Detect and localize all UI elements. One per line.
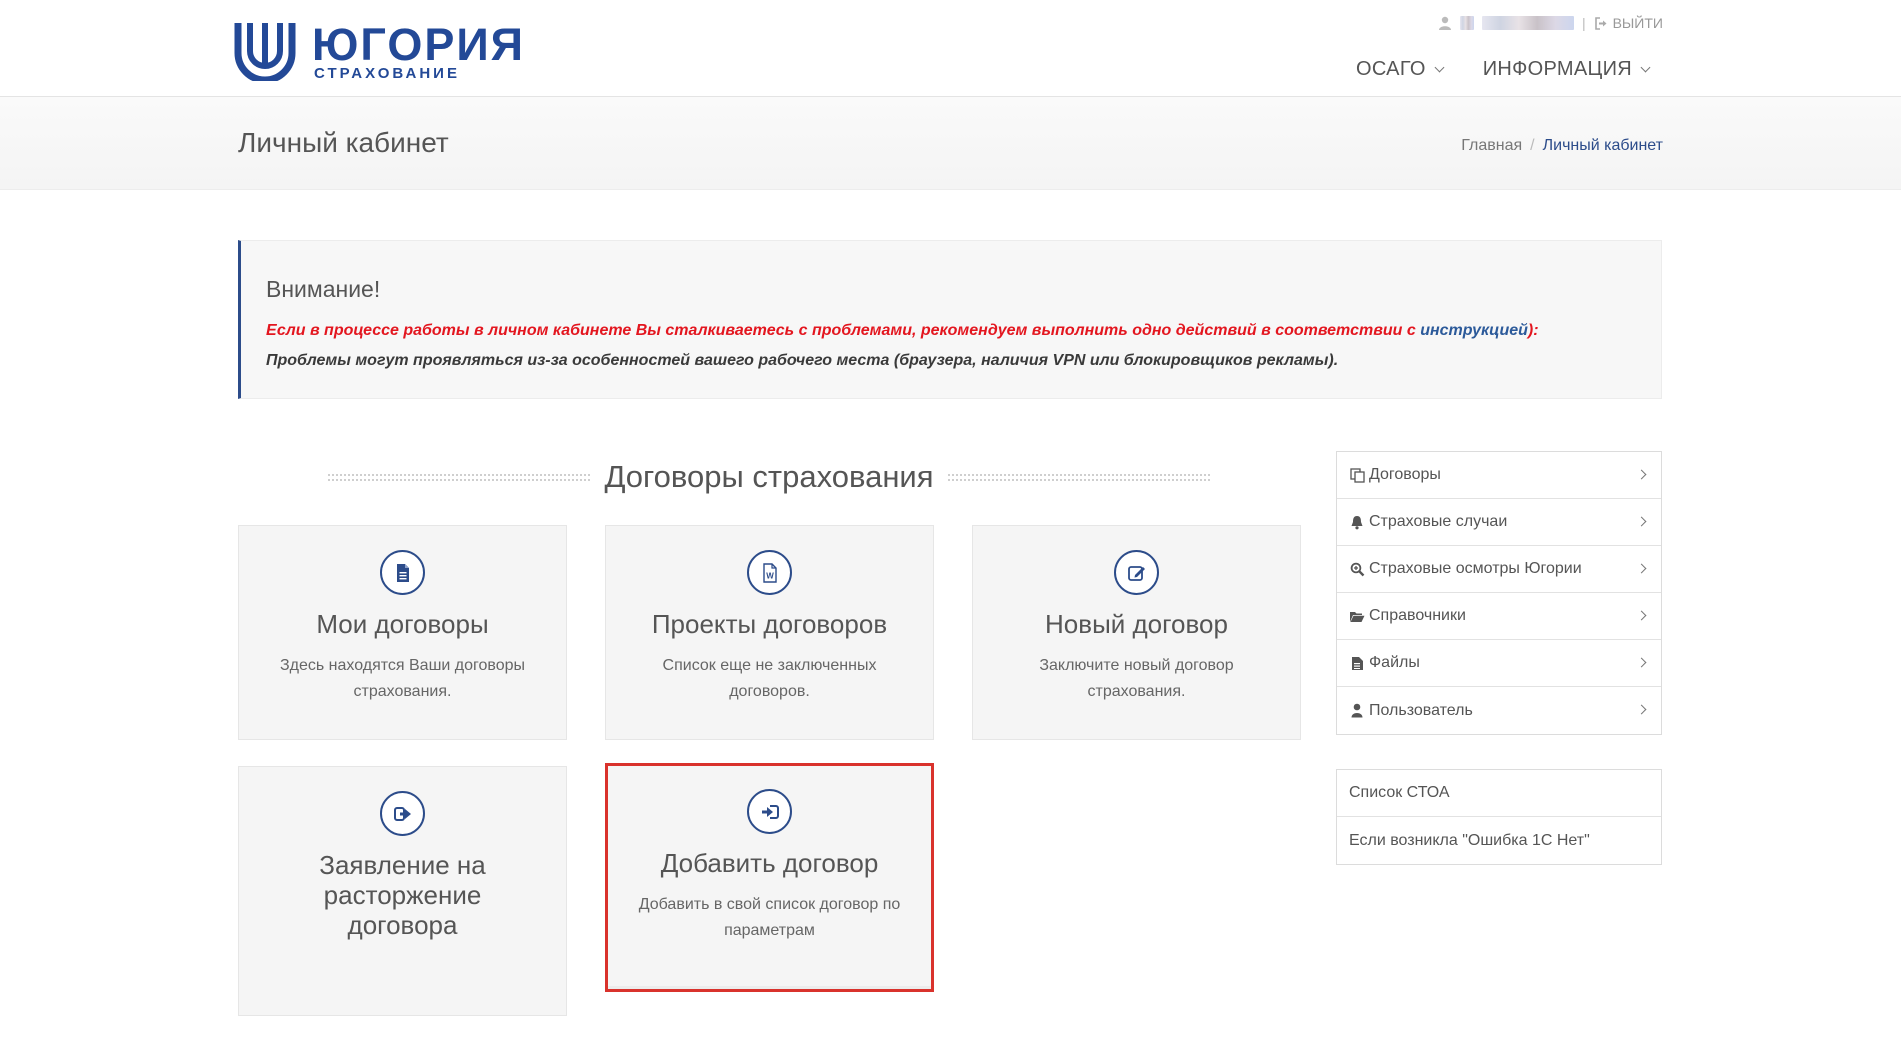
sign-in-icon [747, 789, 792, 834]
sidebar-item-user[interactable]: Пользователь [1337, 687, 1661, 734]
sidebar-item-label: Пользователь [1369, 701, 1473, 719]
card-description: Здесь находятся Ваши договоры страховани… [279, 657, 526, 700]
user-bar: | ВЫЙТИ [1438, 14, 1663, 32]
page-title: Личный кабинет [238, 127, 449, 158]
alert-note-text: Проблемы могут проявляться из-за особенн… [266, 352, 1339, 369]
chevron-down-icon [1434, 62, 1445, 72]
main-nav: ОСАГО ИНФОРМАЦИЯ [1356, 58, 1651, 81]
brand-logo[interactable]: ЮГОРИЯ СТРАХОВАНИЕ [232, 19, 542, 82]
user-icon [1438, 16, 1452, 30]
zoom-icon [1349, 561, 1365, 577]
chevron-right-icon [1636, 469, 1647, 480]
sidebar-link-1c-error[interactable]: Если возникла "Ошибка 1С Нет" [1337, 817, 1661, 864]
file-icon [1349, 655, 1365, 671]
logo-wordmark: ЮГОРИЯ [312, 19, 526, 70]
alert-warning-end: ): [1527, 322, 1539, 339]
bell-icon [1349, 514, 1365, 530]
breadcrumb-current: Личный кабинет [1542, 137, 1663, 154]
sidebar-item-inspections[interactable]: Страховые осмотры Югории [1337, 546, 1661, 593]
sidebar-links: Список СТОА Если возникла "Ошибка 1С Нет… [1336, 769, 1662, 865]
card-new-contract[interactable]: Новый договор Заключите новый договор ст… [972, 525, 1301, 740]
svg-text:W: W [766, 571, 774, 580]
page-title-band: Личный кабинет Главная / Личный кабинет [0, 97, 1901, 190]
edit-icon [1114, 550, 1159, 595]
alert-title: Внимание! [266, 276, 381, 302]
alert-warning-text: Если в процессе работы в личном кабинете… [266, 322, 1539, 340]
card-description: Список еще не заключенных договоров. [662, 657, 877, 700]
sidebar-item-contracts[interactable]: Договоры [1337, 452, 1661, 499]
sidebar-item-files[interactable]: Файлы [1337, 640, 1661, 687]
card-my-contracts[interactable]: Мои договоры Здесь находятся Ваши догово… [238, 525, 567, 740]
card-description: Добавить в свой список договор по параме… [638, 896, 901, 939]
user-icon [1349, 703, 1365, 719]
user-info-blurred [1481, 16, 1574, 30]
breadcrumb: Главная / Личный кабинет [1461, 137, 1663, 155]
chevron-right-icon [1636, 704, 1647, 715]
sidebar-menu: Договоры Страховые случаи Страховые осмо… [1336, 451, 1662, 735]
sidebar-item-label: Страховые осмотры Югории [1369, 560, 1582, 577]
sidebar-item-reference[interactable]: Справочники [1337, 593, 1661, 640]
heading-rule-left [328, 473, 591, 481]
sidebar-item-label: Страховые случаи [1369, 513, 1508, 530]
logo-subtitle: СТРАХОВАНИЕ [314, 65, 460, 82]
sign-out-icon [380, 791, 425, 836]
chevron-down-icon [1640, 62, 1651, 72]
card-title: Заявление на расторжение договора [319, 850, 486, 940]
section-heading: Договоры страхования [238, 457, 1300, 497]
user-name-blurred [1459, 16, 1474, 30]
document-icon [380, 550, 425, 595]
breadcrumb-divider: / [1530, 137, 1535, 154]
user-bar-separator: | [1581, 15, 1586, 31]
logout-link[interactable]: ВЫЙТИ [1594, 15, 1663, 31]
sidebar-item-label: Справочники [1369, 607, 1466, 624]
attention-alert: Внимание! Если в процессе работы в лично… [238, 240, 1662, 399]
sidebar-link-sto-list[interactable]: Список СТОА [1337, 770, 1661, 817]
chevron-right-icon [1636, 563, 1647, 574]
instruction-link[interactable]: инструкцией [1420, 322, 1528, 339]
alert-warning-start: Если в процессе работы в личном кабинете… [266, 322, 1421, 339]
folder-open-icon [1349, 608, 1365, 624]
card-termination-request[interactable]: Заявление на расторжение договора [238, 766, 567, 1016]
sidebar-item-insurance-cases[interactable]: Страховые случаи [1337, 499, 1661, 546]
logo-mark-icon [234, 23, 296, 81]
sidebar-item-label: Файлы [1369, 654, 1420, 671]
card-contract-drafts[interactable]: W Проекты договоров Список еще не заключ… [605, 525, 934, 740]
chevron-right-icon [1636, 657, 1647, 668]
breadcrumb-home[interactable]: Главная [1461, 137, 1522, 155]
card-title: Мои договоры [316, 609, 489, 639]
sign-out-icon [1594, 16, 1607, 30]
word-file-icon: W [747, 550, 792, 595]
chevron-right-icon [1636, 610, 1647, 621]
section-title: Договоры страхования [604, 459, 934, 494]
nav-osago[interactable]: ОСАГО [1356, 58, 1445, 81]
copy-icon [1349, 467, 1365, 483]
heading-rule-right [947, 473, 1210, 481]
card-description: Заключите новый договор страхования. [1039, 657, 1234, 700]
card-title: Проекты договоров [651, 609, 888, 639]
card-title: Новый договор [1045, 609, 1228, 639]
nav-osago-label: ОСАГО [1356, 58, 1426, 80]
nav-information[interactable]: ИНФОРМАЦИЯ [1482, 58, 1651, 81]
chevron-right-icon [1636, 516, 1647, 527]
site-header: ЮГОРИЯ СТРАХОВАНИЕ | ВЫЙТИ ОСАГО ИНФОРМА… [0, 0, 1901, 97]
sidebar-item-label: Договоры [1369, 466, 1441, 483]
logout-label: ВЫЙТИ [1612, 15, 1663, 31]
nav-information-label: ИНФОРМАЦИЯ [1482, 58, 1632, 80]
card-add-contract[interactable]: Добавить договор Добавить в свой список … [605, 763, 934, 992]
card-title: Добавить договор [660, 848, 879, 878]
